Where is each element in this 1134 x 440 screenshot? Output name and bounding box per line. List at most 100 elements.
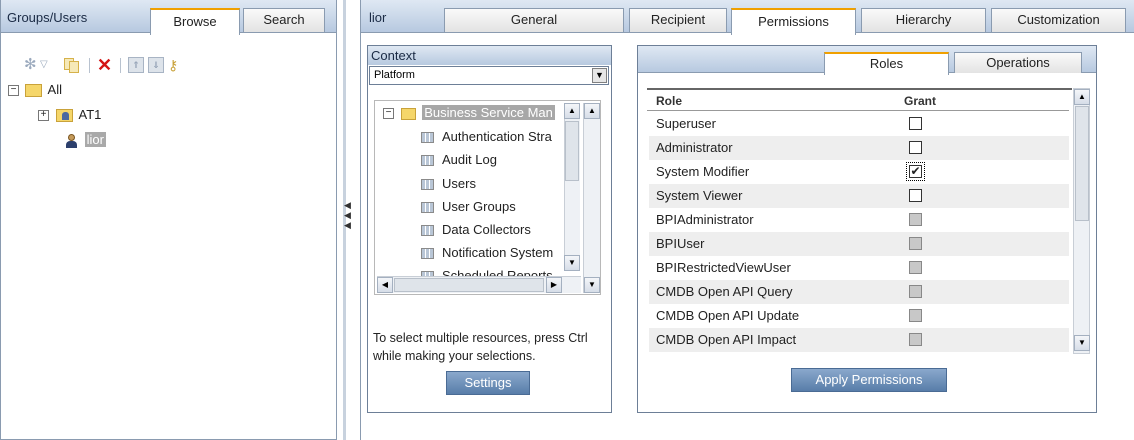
context-title: Context (371, 48, 416, 63)
tab-search[interactable]: Search (243, 8, 325, 32)
scroll-thumb[interactable] (394, 278, 544, 292)
resource-icon (421, 225, 434, 237)
role-name: Superuser (656, 116, 716, 131)
scroll-left-icon[interactable]: ◀ (377, 277, 393, 293)
tree-node-all[interactable]: − All (8, 82, 62, 98)
grant-checkbox-disabled (909, 285, 922, 298)
scroll-thumb[interactable] (1075, 106, 1089, 221)
role-row: CMDB Open API Update (649, 304, 1069, 328)
move-down-icon[interactable]: ⇓ (148, 57, 164, 73)
tree-node-label: Notification System (442, 245, 554, 260)
grant-checkbox-checked[interactable]: ✔ (906, 162, 925, 181)
tree-resource-item[interactable]: Data Collectors (421, 222, 531, 237)
role-name: CMDB Open API Impact (656, 332, 797, 347)
tab-roles[interactable]: Roles (824, 52, 949, 75)
role-row: CMDB Open API Impact (649, 328, 1069, 352)
scroll-down-icon[interactable]: ▼ (584, 277, 600, 293)
role-column-header[interactable]: Role (656, 94, 682, 108)
grant-checkbox-disabled (909, 237, 922, 250)
tree-resource-item[interactable]: Authentication Stra (421, 129, 552, 144)
tab-hierarchy[interactable]: Hierarchy (861, 8, 986, 32)
toolbar-divider (120, 58, 121, 73)
role-name: CMDB Open API Update (656, 308, 800, 323)
role-name: System Modifier (656, 164, 750, 179)
tree-node-label: Data Collectors (442, 222, 531, 237)
group-icon (55, 109, 73, 123)
collapse-icon[interactable]: − (8, 85, 19, 97)
role-name: CMDB Open API Query (656, 284, 793, 299)
move-up-icon[interactable]: ⇑ (128, 57, 144, 73)
role-row: Superuser (649, 112, 1069, 136)
context-select-value: Platform (374, 69, 415, 81)
role-name: BPIAdministrator (656, 212, 754, 227)
grant-checkbox[interactable] (909, 117, 922, 130)
role-row: BPIRestrictedViewUser (649, 256, 1069, 280)
tree-node-label: Users (442, 176, 476, 191)
tab-recipient[interactable]: Recipient (629, 8, 727, 32)
scroll-thumb[interactable] (565, 121, 579, 181)
role-name: System Viewer (656, 188, 743, 203)
scroll-down-icon[interactable]: ▼ (564, 255, 580, 271)
tree-node-label: User Groups (442, 199, 516, 214)
expand-icon[interactable]: + (38, 110, 49, 122)
folder-icon (400, 107, 416, 120)
resource-icon (421, 155, 434, 167)
apply-permissions-button[interactable]: Apply Permissions (791, 368, 947, 392)
role-name: BPIUser (656, 236, 705, 251)
groups-users-title: Groups/Users (7, 10, 88, 25)
role-row: BPIUser (649, 232, 1069, 256)
tab-general[interactable]: General (444, 8, 624, 32)
grant-checkbox[interactable] (909, 141, 922, 154)
grant-column-header[interactable]: Grant (904, 94, 936, 108)
grant-checkbox-disabled (909, 213, 922, 226)
resource-icon (421, 248, 434, 260)
tree-resource-item[interactable]: Audit Log (421, 152, 497, 167)
outer-vertical-scrollbar[interactable] (583, 103, 600, 293)
scroll-right-icon[interactable]: ▶ (546, 277, 562, 293)
settings-dropdown-icon[interactable]: ✻ (24, 57, 40, 73)
tree-node-root[interactable]: − Business Service Man (383, 105, 555, 120)
tree-node-label: Business Service Man (422, 105, 555, 120)
tree-node-label: AT1 (78, 107, 102, 122)
tab-customization[interactable]: Customization (991, 8, 1126, 32)
delete-icon[interactable]: ✕ (97, 56, 113, 74)
tree-node-label: Authentication Stra (442, 129, 552, 144)
user-icon (66, 133, 77, 148)
tree-node-label: lior (84, 132, 106, 147)
scroll-up-icon[interactable]: ▲ (584, 103, 600, 119)
tab-permissions[interactable]: Permissions (731, 8, 856, 35)
role-name: BPIRestrictedViewUser (656, 260, 791, 275)
scroll-up-icon[interactable]: ▲ (1074, 89, 1090, 105)
role-name: Administrator (656, 140, 733, 155)
grant-checkbox-disabled (909, 261, 922, 274)
scroll-up-icon[interactable]: ▲ (564, 103, 580, 119)
copy-icon[interactable] (64, 57, 80, 73)
collapse-arrows-icon[interactable]: ◀◀◀ (344, 200, 354, 230)
grant-checkbox-disabled (909, 309, 922, 322)
tree-node-label: Audit Log (442, 152, 497, 167)
chevron-down-icon[interactable]: ▽ (40, 57, 56, 73)
settings-button[interactable]: Settings (446, 371, 530, 395)
header-divider (647, 110, 1069, 111)
tab-browse[interactable]: Browse (150, 8, 240, 35)
tree-resource-item[interactable]: Notification System (421, 245, 553, 260)
keys-icon[interactable]: ⚷ (168, 57, 184, 73)
context-select[interactable]: Platform ▼ (369, 66, 609, 85)
role-row: Administrator (649, 136, 1069, 160)
chevron-down-icon[interactable]: ▼ (592, 68, 607, 83)
role-row: System Modifier ✔ (649, 160, 1069, 184)
resource-icon (421, 202, 434, 214)
resource-icon (421, 179, 434, 191)
tree-node-lior[interactable]: lior (66, 132, 106, 148)
user-name-title: lior (369, 10, 387, 25)
tree-resource-item[interactable]: Users (421, 176, 476, 191)
role-row: CMDB Open API Query (649, 280, 1069, 304)
collapse-icon[interactable]: − (383, 108, 394, 120)
tab-operations[interactable]: Operations (954, 52, 1082, 73)
context-tree: − Business Service Man Authentication St… (374, 100, 601, 295)
grant-checkbox[interactable] (909, 189, 922, 202)
tree-node-at1[interactable]: + AT1 (38, 107, 102, 123)
folder-icon (24, 84, 42, 98)
scroll-down-icon[interactable]: ▼ (1074, 335, 1090, 351)
tree-resource-item[interactable]: User Groups (421, 199, 516, 214)
